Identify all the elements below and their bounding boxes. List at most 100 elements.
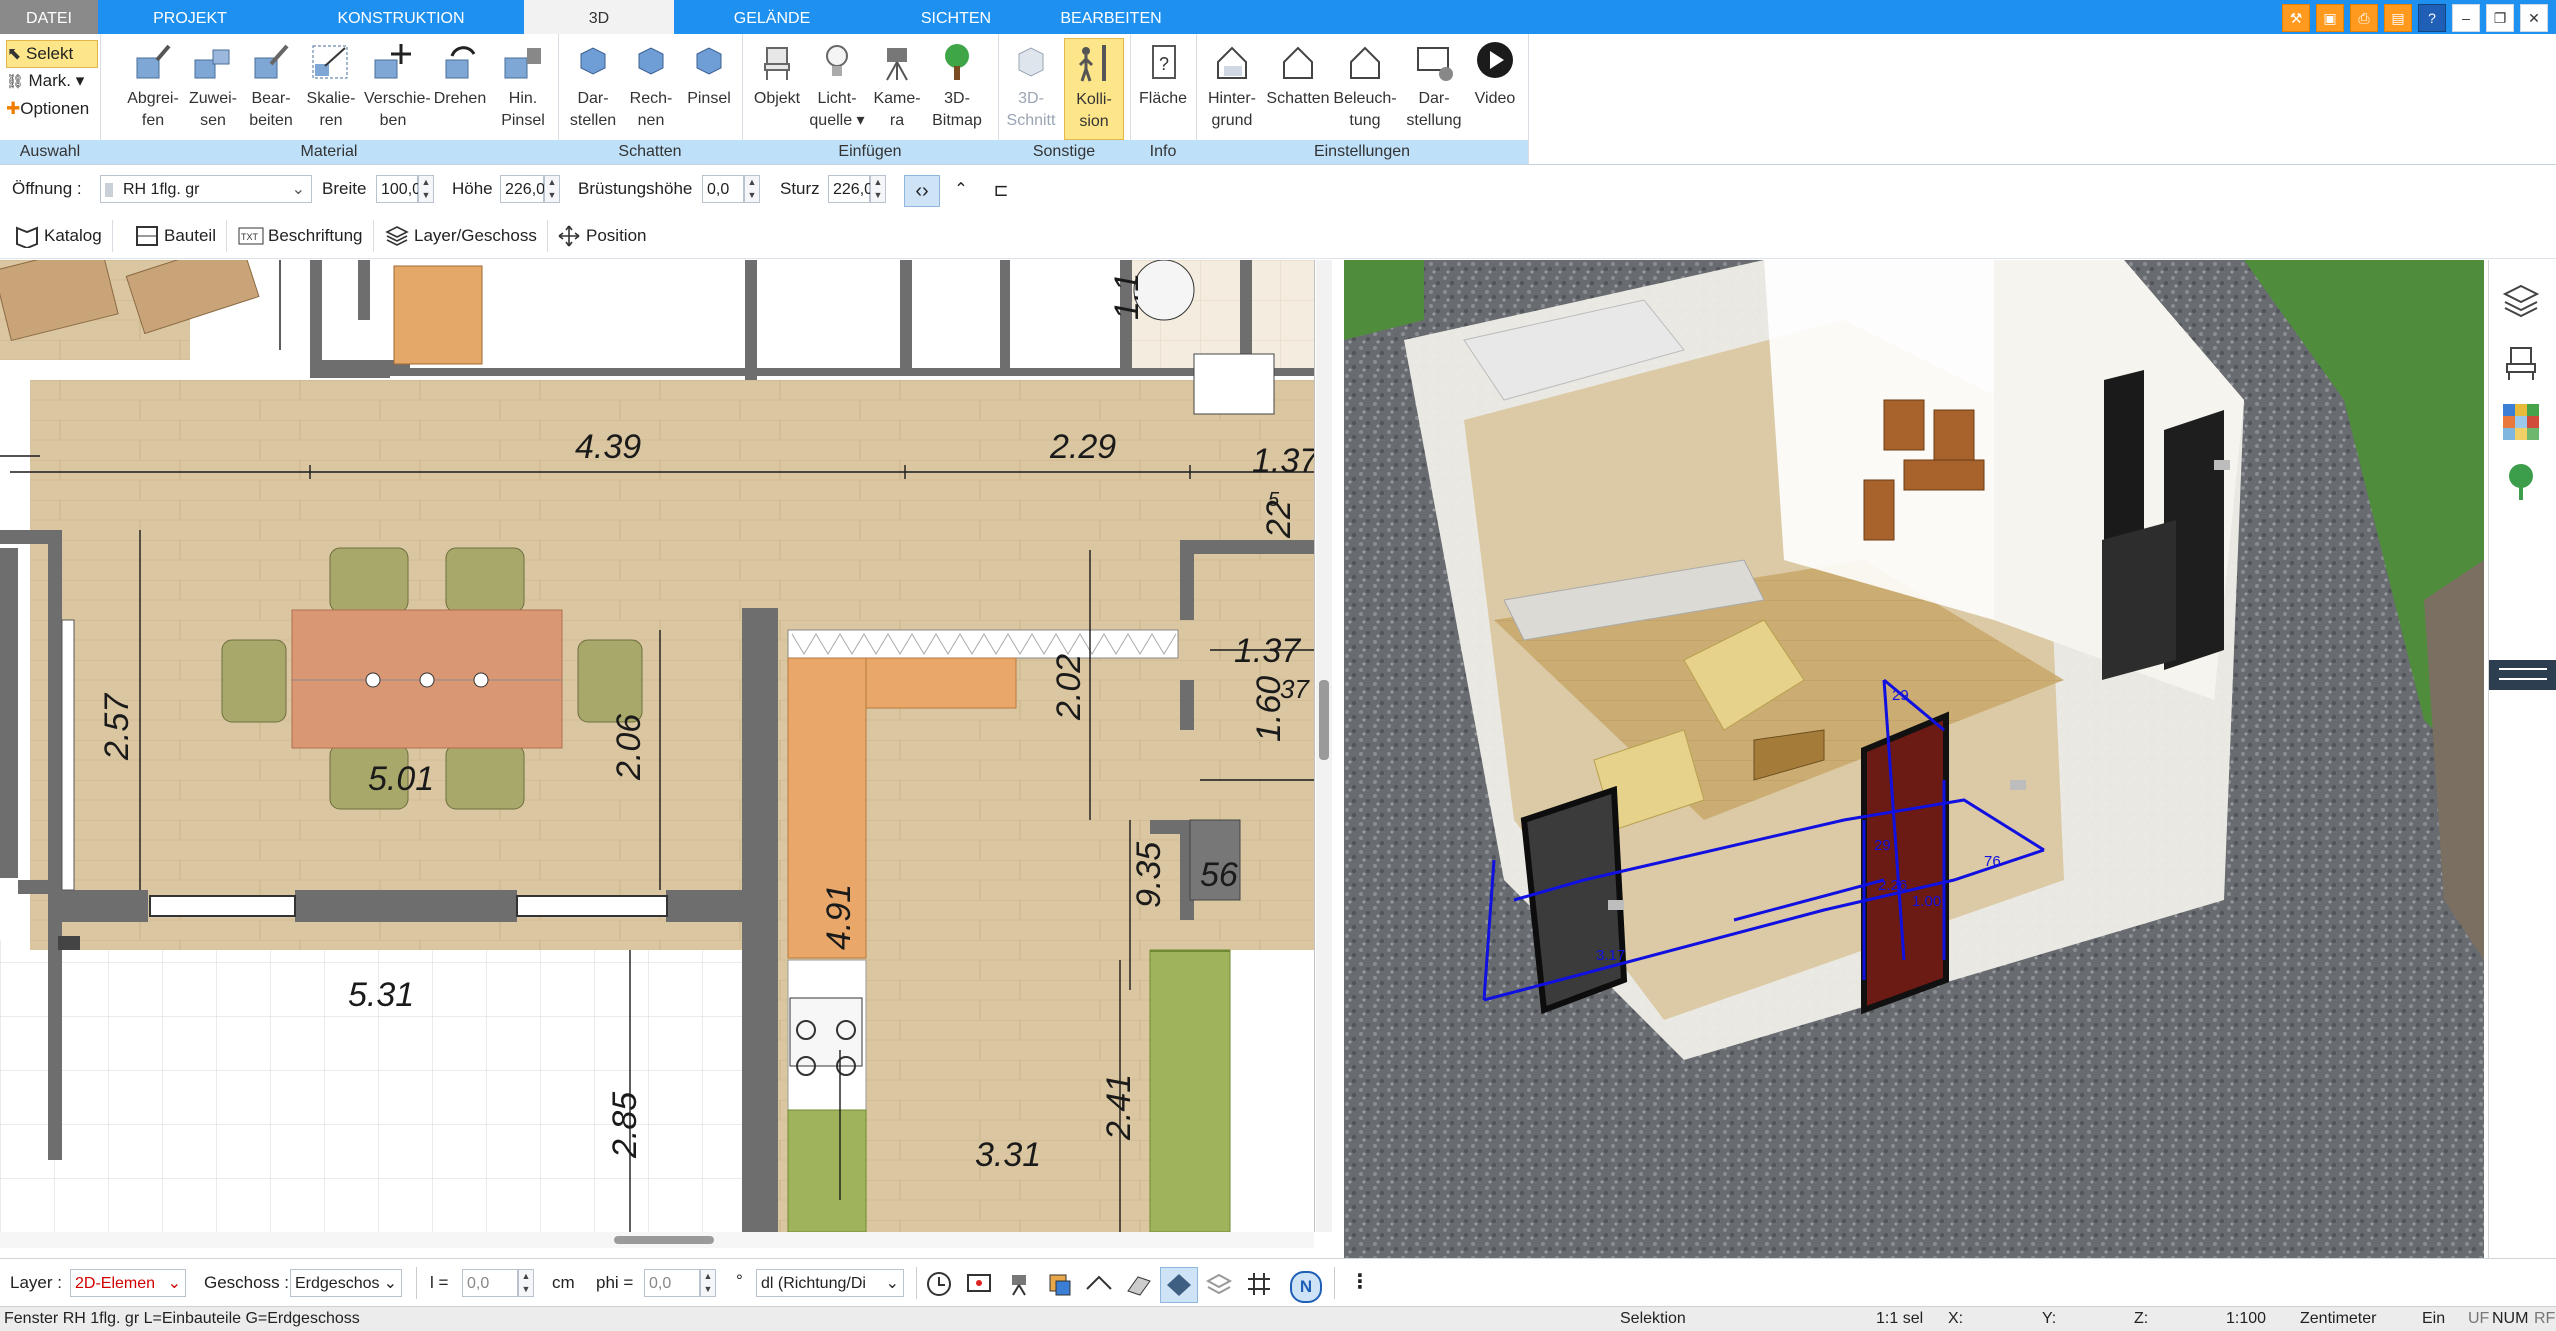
hintergrund-button[interactable]: Hinter-grund: [1200, 38, 1264, 138]
material-palette-icon[interactable]: [2499, 400, 2543, 444]
schatten-settings-button[interactable]: Schatten: [1266, 38, 1330, 138]
stack-icon[interactable]: [1204, 1269, 1234, 1299]
hatch-icon[interactable]: [1124, 1269, 1154, 1299]
rechnen-button[interactable]: Rech-nen: [622, 38, 680, 138]
skalieren-button[interactable]: Skalie-ren: [302, 38, 360, 138]
video-button[interactable]: Video: [1466, 38, 1524, 138]
schatten-pinsel-button[interactable]: Pinsel: [680, 38, 738, 138]
tree-icon[interactable]: [2499, 460, 2543, 504]
flip-horizontal-icon[interactable]: ‹›: [904, 175, 940, 207]
armchair-icon[interactable]: [2499, 340, 2543, 384]
darstellung-button[interactable]: Dar-stellung: [1402, 38, 1466, 138]
mark-button[interactable]: ⛓ Mark. ▾: [6, 68, 96, 94]
group-title-einstellungen: Einstellungen: [1196, 140, 1528, 164]
flip-vertical-icon[interactable]: ⌃: [944, 175, 978, 205]
darstellen-button[interactable]: Dar-stellen: [564, 38, 622, 138]
tab-sichten[interactable]: SICHTEN: [870, 0, 1042, 34]
screen-snap-icon[interactable]: [964, 1269, 994, 1299]
sturz-input[interactable]: 226,0: [828, 175, 873, 203]
drehen-button[interactable]: Drehen: [428, 38, 492, 138]
layer-geschoss-button[interactable]: Layer/Geschoss: [374, 220, 548, 252]
zuweisen-button[interactable]: Zuwei-sen: [184, 38, 242, 138]
gallery-icon[interactable]: ▤: [2384, 4, 2412, 32]
bitmap-3d-button[interactable]: 3D- Bitmap: [928, 38, 986, 138]
toilet[interactable]: [1193, 353, 1275, 415]
object-snap-icon[interactable]: [1044, 1269, 1074, 1299]
abgreifen-button[interactable]: Abgrei-fen: [124, 38, 182, 138]
beschriftung-button[interactable]: TXT Beschriftung: [228, 220, 374, 252]
scroll-thumb[interactable]: [614, 1236, 714, 1244]
view-3d[interactable]: 3.17 1.00 2.26 29 76 29: [1344, 260, 2484, 1258]
plan-vertical-scrollbar[interactable]: [1316, 260, 1332, 1232]
window-opening-2[interactable]: [516, 895, 668, 917]
save-icon[interactable]: ▣: [2316, 4, 2344, 32]
katalog-button[interactable]: Katalog: [4, 220, 113, 252]
l-input[interactable]: 0,0: [462, 1269, 518, 1297]
layers-icon[interactable]: [2499, 280, 2543, 324]
plane-icon[interactable]: [1084, 1269, 1114, 1299]
layer-toggle-button[interactable]: [1160, 1267, 1198, 1303]
bearbeiten-button[interactable]: Bear-beiten: [242, 38, 300, 138]
window-settings-icon[interactable]: ⊏: [984, 175, 1018, 205]
bruestung-stepper[interactable]: ▲ ▼: [744, 175, 760, 203]
hoehe-stepper[interactable]: ▲ ▼: [544, 175, 560, 203]
position-button[interactable]: Position: [546, 220, 656, 252]
tab-datei[interactable]: DATEI: [0, 0, 98, 34]
tab-gelaende[interactable]: GELÄNDE: [674, 0, 870, 34]
restore-button[interactable]: ❐: [2486, 4, 2514, 32]
breite-stepper[interactable]: ▲ ▼: [418, 175, 434, 203]
oeffnung-select[interactable]: RH 1flg. gr ⌄: [100, 175, 312, 203]
objekt-button[interactable]: Objekt: [748, 38, 806, 138]
kamera-button[interactable]: Kame-ra: [868, 38, 926, 138]
stove[interactable]: [789, 997, 863, 1067]
north-icon[interactable]: N: [1290, 1271, 1322, 1303]
clock-icon[interactable]: [924, 1269, 954, 1299]
bauteil-button[interactable]: Bauteil: [124, 220, 227, 252]
breite-input[interactable]: 100,0: [376, 175, 421, 203]
sturz-stepper[interactable]: ▲ ▼: [870, 175, 886, 203]
beleuchtung-button[interactable]: Beleuch-tung: [1332, 38, 1398, 138]
verschieben-button[interactable]: Verschie-ben: [364, 38, 431, 138]
l-stepper[interactable]: ▲ ▼: [518, 1269, 534, 1297]
hin-pinsel-button[interactable]: Hin. Pinsel: [494, 38, 552, 138]
cabinet-green-right[interactable]: [1149, 949, 1231, 1232]
kollision-button[interactable]: Kolli-sion: [1064, 38, 1124, 140]
phi-stepper[interactable]: ▲ ▼: [700, 1269, 716, 1297]
tab-3d[interactable]: 3D: [524, 0, 674, 34]
sidebar-collapse-handle[interactable]: [2489, 660, 2556, 690]
minimize-button[interactable]: –: [2452, 4, 2480, 32]
group-info: ? Fläche Info: [1130, 34, 1197, 164]
plan-horizontal-scrollbar[interactable]: [0, 1232, 1314, 1248]
bruestung-input[interactable]: 0,0: [702, 175, 744, 203]
help-icon[interactable]: ?: [2418, 4, 2446, 32]
view-3d-canvas[interactable]: 3.17 1.00 2.26 29 76 29: [1344, 260, 2484, 1258]
geschoss-select[interactable]: Erdgeschos ⌄: [290, 1269, 402, 1297]
tab-bearbeiten[interactable]: BEARBEITEN: [1042, 0, 1180, 34]
more-options-icon[interactable]: ⋮: [1350, 1269, 1370, 1294]
grid-icon[interactable]: [1244, 1269, 1274, 1299]
tab-konstruktion[interactable]: KONSTRUKTION: [282, 0, 520, 34]
floor-plan-canvas[interactable]: 4.39 2.29 1.37 2.57 5.01 2.06 2.02 1.37 …: [0, 260, 1314, 1232]
schnitt-3d-button[interactable]: 3D- Schnitt: [1002, 38, 1060, 138]
window-opening[interactable]: [149, 895, 296, 917]
dl-select[interactable]: dl (Richtung/Di ⌄: [756, 1269, 904, 1297]
layer-select[interactable]: 2D-Elemen ⌄: [70, 1269, 186, 1297]
lichtquelle-button[interactable]: Licht-quelle ▾: [808, 38, 866, 138]
selekt-button[interactable]: ⬉ Selekt: [6, 40, 98, 68]
tools-icon[interactable]: ⚒: [2282, 4, 2310, 32]
chevron-down-icon: ⌄: [291, 181, 305, 198]
kitchen-cabinet-upper[interactable]: [865, 657, 1017, 709]
floor-plan-view[interactable]: 4.39 2.29 1.37 2.57 5.01 2.06 2.02 1.37 …: [0, 260, 1315, 1232]
print-icon[interactable]: ⎙: [2350, 4, 2378, 32]
door-opening-left[interactable]: [61, 619, 75, 891]
camera-path-icon[interactable]: [1004, 1269, 1034, 1299]
flaeche-button[interactable]: ? Fläche: [1134, 38, 1192, 138]
tab-projekt[interactable]: PROJEKT: [98, 0, 282, 34]
scroll-thumb[interactable]: [1319, 680, 1329, 760]
selected-door[interactable]: [1861, 711, 1949, 1015]
close-button[interactable]: ✕: [2520, 4, 2548, 32]
cabinet-green[interactable]: [787, 1109, 867, 1232]
phi-input[interactable]: 0,0: [644, 1269, 700, 1297]
cabinet-top[interactable]: [393, 265, 483, 365]
hoehe-input[interactable]: 226,0: [500, 175, 545, 203]
